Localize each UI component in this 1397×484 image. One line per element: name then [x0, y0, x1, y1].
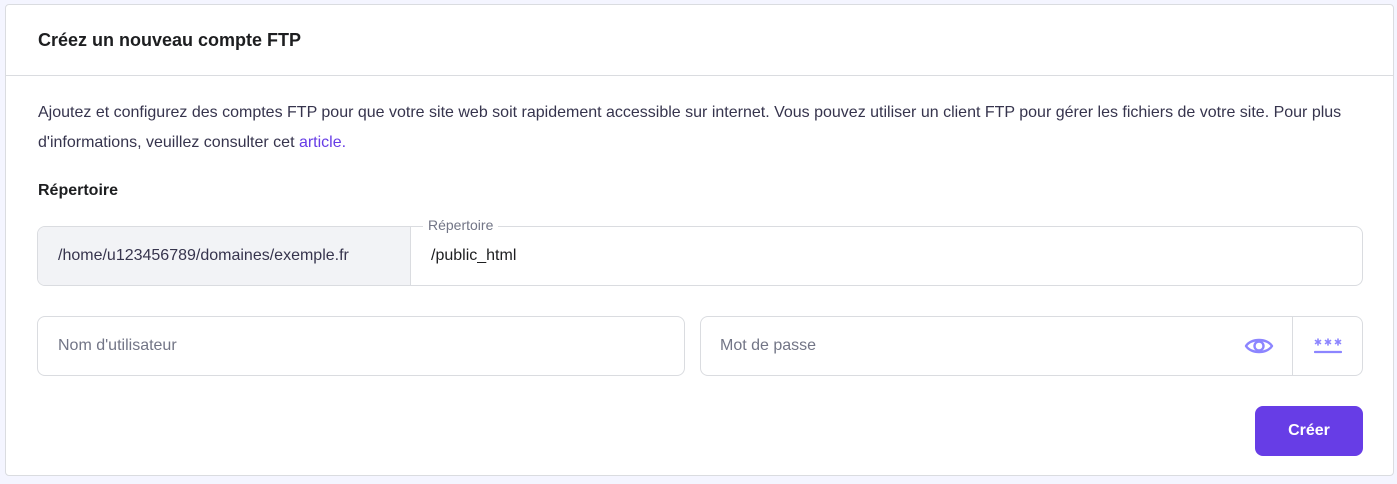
- directory-input-group: /home/u123456789/domaines/exemple.fr Rép…: [37, 217, 1363, 286]
- card-title: Créez un nouveau compte FTP: [38, 29, 302, 50]
- password-generate-icon: [1313, 338, 1342, 354]
- card-header: Créez un nouveau compte FTP: [6, 5, 1393, 76]
- show-password-button[interactable]: [1226, 317, 1292, 375]
- description-text: Ajoutez et configurez des comptes FTP po…: [38, 98, 1368, 158]
- create-button[interactable]: Créer: [1255, 406, 1363, 456]
- eye-icon: [1244, 338, 1274, 354]
- username-input[interactable]: [38, 317, 684, 375]
- article-link[interactable]: article.: [299, 134, 346, 151]
- directory-prefix: /home/u123456789/domaines/exemple.fr: [38, 227, 411, 285]
- password-input[interactable]: [701, 317, 1226, 375]
- password-field-wrapper: [700, 316, 1363, 376]
- directory-input[interactable]: [411, 227, 1362, 285]
- generate-password-button[interactable]: [1292, 317, 1362, 375]
- directory-field-label: Répertoire: [423, 217, 499, 233]
- directory-field-wrapper: Répertoire: [411, 217, 1362, 285]
- description-body: Ajoutez et configurez des comptes FTP po…: [38, 104, 1342, 151]
- username-field-wrapper: [37, 316, 685, 376]
- create-ftp-account-card: Créez un nouveau compte FTP Ajoutez et c…: [5, 4, 1394, 476]
- directory-section-label: Répertoire: [38, 182, 119, 199]
